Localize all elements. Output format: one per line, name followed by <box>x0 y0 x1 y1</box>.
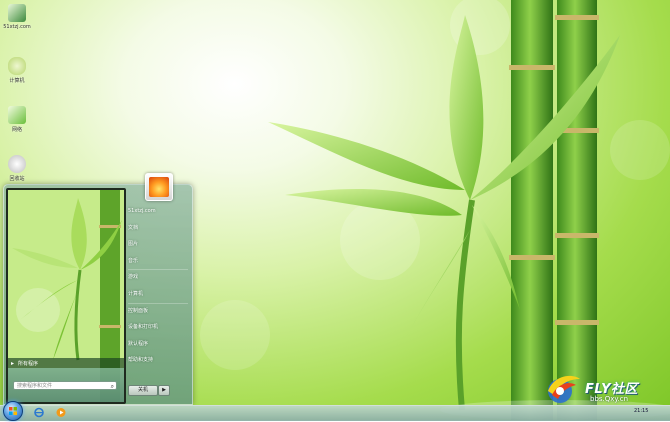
start-menu: ▸ 所有程序 搜索程序和文件 ⌕ 51xtzj.com 文档 图片 音乐 游戏 … <box>3 173 193 405</box>
windows-logo-icon <box>9 407 17 415</box>
desktop-icon-label: 计算机 <box>9 78 25 84</box>
arrow-right-icon: ▸ <box>11 359 15 367</box>
start-button[interactable] <box>3 401 23 421</box>
places-item-user[interactable]: 51xtzj.com <box>126 207 190 216</box>
all-programs-label: 所有程序 <box>18 360 39 367</box>
desktop-icon-label: 51xtzj.com <box>3 24 31 30</box>
places-item-help-support[interactable]: 帮助和支持 <box>126 356 190 365</box>
shutdown-button[interactable]: 关机 <box>128 385 158 396</box>
separator <box>128 302 188 304</box>
start-menu-places: 51xtzj.com 文档 图片 音乐 游戏 计算机 控制面板 设备和打印机 默… <box>126 207 190 373</box>
search-icon[interactable]: ⌕ <box>111 382 114 391</box>
desktop-icon-network[interactable]: 网络 <box>0 106 34 133</box>
places-item-music[interactable]: 音乐 <box>126 257 190 266</box>
taskbar-ie-button[interactable] <box>33 407 45 418</box>
recycle-bin-icon <box>8 155 26 173</box>
user-avatar[interactable] <box>145 173 173 201</box>
shutdown-options-button[interactable]: ▶ <box>158 385 170 396</box>
places-item-control-panel[interactable]: 控制面板 <box>126 307 190 316</box>
computer-icon <box>8 57 26 75</box>
separator <box>128 269 188 271</box>
computer-icon <box>8 4 26 22</box>
desktop-icon-label: 回收站 <box>9 176 25 182</box>
desktop-icon-label: 网络 <box>11 127 22 133</box>
desktop-icon-51xtzj[interactable]: 51xtzj.com <box>0 4 34 30</box>
start-menu-program-list: ▸ 所有程序 搜索程序和文件 ⌕ <box>6 188 126 404</box>
flower-icon <box>149 177 169 197</box>
places-item-documents[interactable]: 文档 <box>126 224 190 233</box>
search-placeholder: 搜索程序和文件 <box>17 383 53 389</box>
tray-clock[interactable]: 21:15 <box>634 408 648 414</box>
places-item-pictures[interactable]: 图片 <box>126 240 190 249</box>
search-input[interactable]: 搜索程序和文件 ⌕ <box>13 381 117 390</box>
desktop-icon-computer[interactable]: 计算机 <box>0 57 34 84</box>
taskbar <box>0 405 670 421</box>
places-item-computer[interactable]: 计算机 <box>126 290 190 299</box>
desktop-icon-recycle-bin[interactable]: 回收站 <box>0 155 34 182</box>
places-item-devices-printers[interactable]: 设备和打印机 <box>126 323 190 332</box>
watermark-url: bbs.Qxy.cn <box>590 395 629 403</box>
internet-explorer-icon <box>34 407 44 418</box>
all-programs-button[interactable]: ▸ 所有程序 <box>8 358 124 368</box>
media-player-icon <box>56 408 66 417</box>
fly-logo-icon <box>542 371 582 405</box>
network-icon <box>8 106 26 124</box>
search-area: 搜索程序和文件 ⌕ <box>8 368 124 402</box>
places-item-games[interactable]: 游戏 <box>126 273 190 282</box>
taskbar-media-button[interactable] <box>55 407 67 418</box>
places-item-default-programs[interactable]: 默认程序 <box>126 340 190 349</box>
